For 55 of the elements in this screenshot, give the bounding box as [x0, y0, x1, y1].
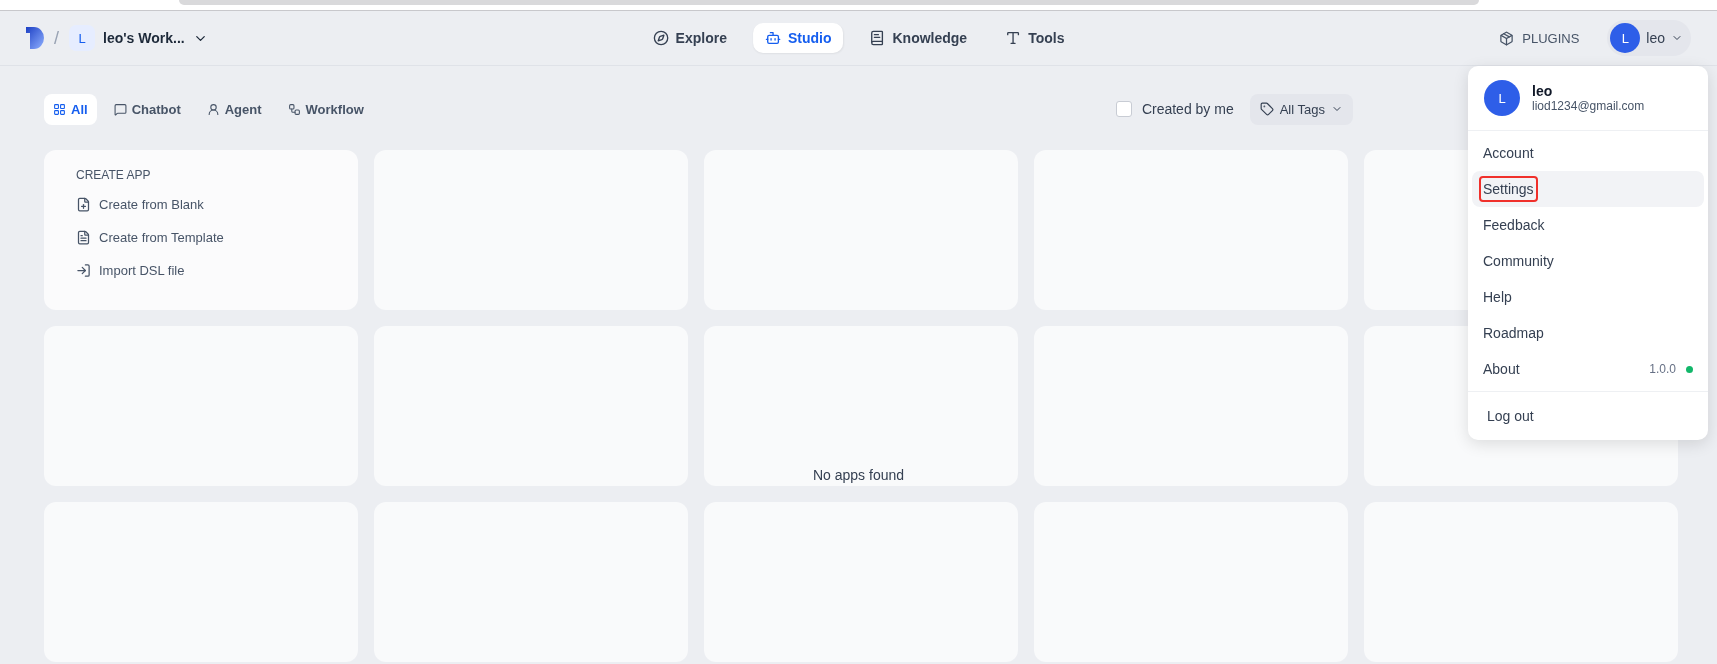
filter-tab[interactable]: Workflow [278, 93, 373, 125]
create-option[interactable]: Create from Template [56, 223, 346, 252]
menu-item[interactable]: Feedback [1472, 207, 1704, 243]
menu-item-label: Feedback [1482, 216, 1546, 235]
user-name: leo [1532, 83, 1554, 99]
nav-tab[interactable]: Explore [640, 23, 739, 53]
user-email: liod1234@gmail.com [1532, 99, 1645, 113]
chat-icon [113, 102, 127, 116]
menu-item[interactable]: About 1.0.0 [1472, 351, 1704, 387]
compass-icon [652, 30, 669, 46]
user-menu-button[interactable]: L leo [1607, 20, 1691, 56]
book-icon [869, 30, 886, 46]
person-icon [206, 102, 220, 116]
robot-icon [764, 30, 781, 46]
workspace-avatar: L [69, 25, 95, 51]
tags-dropdown[interactable]: All Tags [1249, 93, 1353, 125]
menu-item[interactable]: Community [1472, 243, 1704, 279]
filter-tab[interactable]: All [44, 93, 97, 125]
menu-item[interactable]: Roadmap [1472, 315, 1704, 351]
menu-item[interactable]: Settings [1472, 171, 1704, 207]
highlight-frame: Settings [1479, 176, 1538, 202]
version-label: 1.0.0 [1649, 362, 1676, 376]
nav-tab[interactable]: Tools [993, 23, 1077, 53]
menu-item-label: Help [1482, 288, 1513, 307]
file-plus-icon [76, 197, 91, 212]
empty-message: No apps found [811, 467, 906, 483]
logout-item[interactable]: Log out [1472, 396, 1704, 436]
tag-icon [1259, 102, 1274, 116]
plugins-button[interactable]: PLUGINS [1493, 29, 1586, 47]
create-option[interactable]: Import DSL file [56, 256, 346, 285]
workspace-selector[interactable]: L leo's Work... [69, 25, 208, 51]
user-avatar: L [1610, 23, 1641, 53]
card-title: CREATE APP [75, 168, 152, 182]
logo [26, 27, 44, 49]
nav-tab[interactable]: Studio [752, 23, 844, 53]
menu-item[interactable]: Account [1472, 135, 1704, 171]
menu-item-label: About [1482, 360, 1521, 379]
menu-item[interactable]: Help [1472, 279, 1704, 315]
user-avatar: L [1484, 80, 1520, 116]
checkbox[interactable] [1115, 101, 1132, 117]
nav-tab[interactable]: Knowledge [857, 23, 980, 53]
cube-icon [1499, 30, 1515, 46]
filter-tab[interactable]: Agent [197, 93, 271, 125]
filter-tab[interactable]: Chatbot [104, 93, 190, 125]
separator: / [54, 27, 59, 49]
checkbox-label: Created by me [1141, 101, 1234, 117]
menu-item-label: Account [1482, 144, 1535, 163]
t-shape-icon [1005, 30, 1022, 46]
menu-item-label: Roadmap [1482, 324, 1545, 343]
create-option[interactable]: Create from Blank [56, 190, 346, 219]
import-icon [76, 263, 91, 278]
workflow-icon [287, 102, 301, 116]
menu-item-label: Community [1482, 252, 1555, 271]
grid-icon [53, 102, 66, 116]
document-icon [76, 230, 91, 245]
